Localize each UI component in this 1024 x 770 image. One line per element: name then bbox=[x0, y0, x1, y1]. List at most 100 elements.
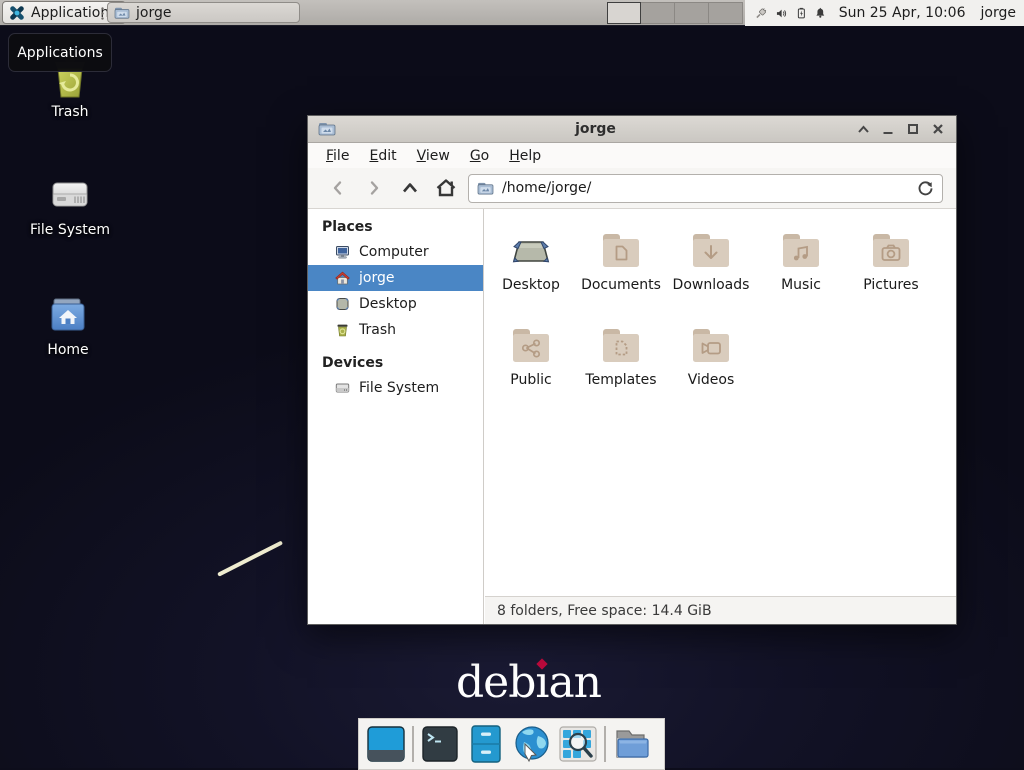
minimize-button[interactable] bbox=[880, 121, 896, 137]
file-item-desktop[interactable]: Desktop bbox=[486, 223, 576, 318]
forward-button[interactable] bbox=[356, 174, 392, 202]
shade-button[interactable] bbox=[855, 121, 871, 137]
home-icon bbox=[334, 270, 351, 286]
back-button[interactable] bbox=[320, 174, 356, 202]
file-item-label: Videos bbox=[666, 372, 756, 388]
dock-terminal-button[interactable] bbox=[417, 722, 463, 766]
sidebar-item-label: jorge bbox=[359, 270, 394, 286]
sidebar-item-jorge[interactable]: jorge bbox=[308, 265, 483, 291]
maximize-button[interactable] bbox=[905, 121, 921, 137]
side-pane: Places Computer jorge bbox=[308, 209, 484, 624]
file-cabinet-icon bbox=[469, 724, 503, 764]
dock-application-finder-button[interactable] bbox=[555, 722, 601, 766]
panel-drag-handle bbox=[101, 6, 104, 20]
path-bar[interactable]: /home/jorge/ bbox=[468, 174, 943, 203]
close-button[interactable] bbox=[930, 121, 946, 137]
sidebar-header-places: Places bbox=[308, 215, 483, 239]
file-item-public[interactable]: Public bbox=[486, 318, 576, 413]
panel-clock[interactable]: Sun 25 Apr, 10:06 bbox=[839, 5, 966, 21]
file-view: Desktop Documents Downloads bbox=[485, 209, 956, 596]
system-tray: Sun 25 Apr, 10:06 jorge bbox=[745, 0, 1024, 26]
dock-separator bbox=[412, 726, 414, 762]
up-button[interactable] bbox=[392, 174, 428, 202]
desktop-icon-file-system[interactable]: File System bbox=[18, 170, 122, 238]
folder-public-icon bbox=[507, 322, 555, 370]
dock-web-browser-button[interactable] bbox=[509, 722, 555, 766]
folder-templates-icon bbox=[597, 322, 645, 370]
folder-documents-icon bbox=[597, 227, 645, 275]
drive-icon bbox=[46, 170, 94, 218]
folder-videos-icon bbox=[687, 322, 735, 370]
dock-file-manager-button[interactable] bbox=[463, 722, 509, 766]
file-item-downloads[interactable]: Downloads bbox=[666, 223, 756, 318]
desktop-icon-label: Home bbox=[16, 342, 120, 358]
task-folder-icon bbox=[114, 6, 130, 20]
top-panel: Applications jorge bbox=[0, 0, 1024, 26]
sidebar-item-file-system[interactable]: File System bbox=[308, 375, 483, 401]
toolbar: /home/jorge/ bbox=[308, 168, 956, 209]
menu-help[interactable]: Help bbox=[499, 146, 551, 166]
tooltip: Applications bbox=[8, 33, 112, 72]
sidebar-item-trash[interactable]: Trash bbox=[308, 317, 483, 343]
trash-icon bbox=[334, 322, 351, 338]
file-item-documents[interactable]: Documents bbox=[576, 223, 666, 318]
xfce-applications-icon bbox=[8, 4, 26, 22]
file-item-videos[interactable]: Videos bbox=[666, 318, 756, 413]
dock-directory-menu-button[interactable] bbox=[609, 722, 655, 766]
file-item-label: Pictures bbox=[846, 277, 936, 293]
window-folder-icon bbox=[318, 121, 336, 137]
sidebar-item-computer[interactable]: Computer bbox=[308, 239, 483, 265]
taskbar-window-button[interactable]: jorge bbox=[107, 2, 300, 23]
workspace-3[interactable] bbox=[675, 2, 709, 24]
network-icon[interactable] bbox=[755, 4, 767, 23]
battery-icon[interactable] bbox=[797, 4, 806, 22]
workspace-1[interactable] bbox=[607, 2, 641, 24]
desktop-icon bbox=[334, 296, 351, 312]
menu-go[interactable]: Go bbox=[460, 146, 499, 166]
file-manager-window: jorge File Edit View Go Help bbox=[307, 115, 957, 625]
menu-view[interactable]: View bbox=[407, 146, 460, 166]
sidebar-item-desktop[interactable]: Desktop bbox=[308, 291, 483, 317]
window-body: Places Computer jorge bbox=[308, 209, 956, 624]
window-titlebar[interactable]: jorge bbox=[308, 116, 956, 143]
menu-bar: File Edit View Go Help bbox=[308, 143, 956, 168]
folder-music-icon bbox=[777, 227, 825, 275]
folder-downloads-icon bbox=[687, 227, 735, 275]
terminal-icon bbox=[421, 725, 459, 763]
dock-show-desktop-button[interactable] bbox=[363, 722, 409, 766]
file-item-pictures[interactable]: Pictures bbox=[846, 223, 936, 318]
tooltip-text: Applications bbox=[17, 45, 103, 61]
file-item-label: Documents bbox=[576, 277, 666, 293]
workspace-2[interactable] bbox=[641, 2, 675, 24]
file-item-label: Downloads bbox=[666, 277, 756, 293]
debian-logo: debıan bbox=[456, 657, 601, 708]
dock bbox=[358, 718, 665, 770]
reload-icon[interactable] bbox=[917, 180, 934, 197]
path-text: /home/jorge/ bbox=[502, 180, 909, 196]
sidebar-item-label: Computer bbox=[359, 244, 429, 260]
show-desktop-icon bbox=[366, 725, 406, 763]
sidebar-item-label: Desktop bbox=[359, 296, 417, 312]
menu-file[interactable]: File bbox=[316, 146, 359, 166]
workspace-4[interactable] bbox=[709, 2, 743, 24]
desktop-item-icon bbox=[507, 227, 555, 275]
status-text: 8 folders, Free space: 14.4 GiB bbox=[497, 603, 712, 619]
sidebar-item-label: File System bbox=[359, 380, 439, 396]
status-bar: 8 folders, Free space: 14.4 GiB bbox=[485, 596, 956, 624]
menu-edit[interactable]: Edit bbox=[359, 146, 406, 166]
volume-icon[interactable] bbox=[776, 5, 788, 22]
desktop-icon-label: Trash bbox=[18, 104, 122, 120]
desktop-icon-label: File System bbox=[18, 222, 122, 238]
drive-icon bbox=[334, 380, 351, 396]
file-item-music[interactable]: Music bbox=[756, 223, 846, 318]
file-item-label: Templates bbox=[576, 372, 666, 388]
sidebar-header-devices: Devices bbox=[308, 351, 483, 375]
home-button[interactable] bbox=[428, 174, 464, 202]
file-item-templates[interactable]: Templates bbox=[576, 318, 666, 413]
web-browser-globe-icon bbox=[512, 724, 552, 764]
dock-separator bbox=[604, 726, 606, 762]
path-folder-icon bbox=[477, 181, 494, 196]
desktop-icon-home[interactable]: Home bbox=[16, 290, 120, 358]
taskbar-window-label: jorge bbox=[136, 5, 171, 21]
notifications-bell-icon[interactable] bbox=[815, 4, 826, 22]
